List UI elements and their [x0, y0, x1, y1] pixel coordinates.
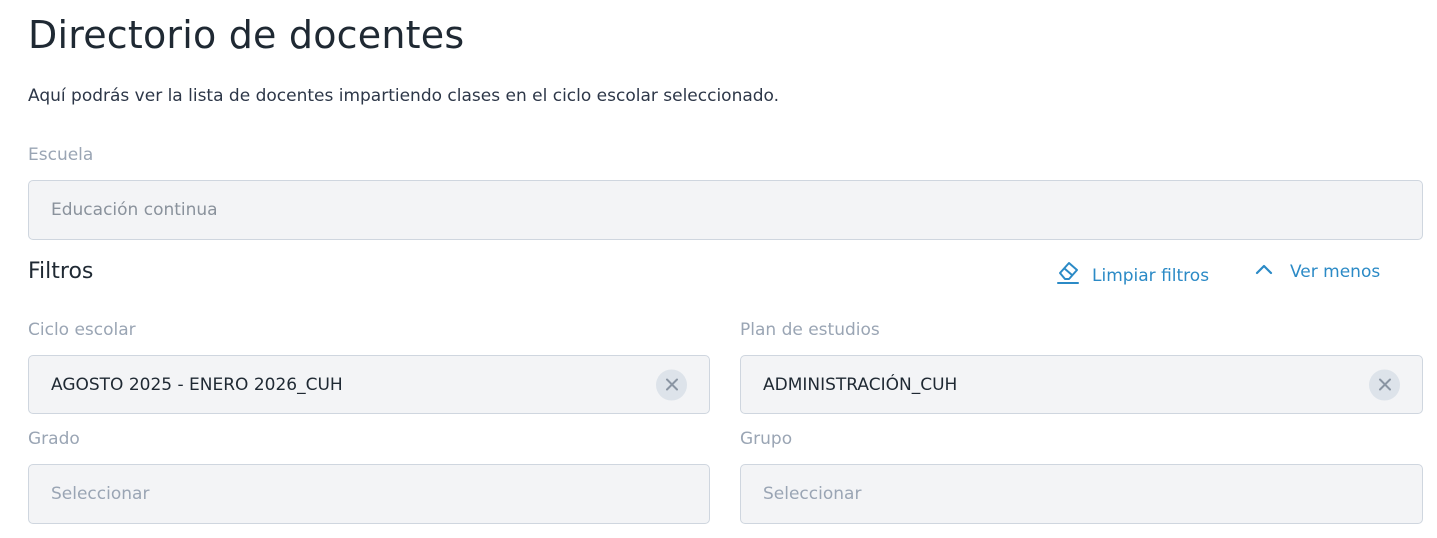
clear-filters-button[interactable]: Limpiar filtros — [1056, 259, 1209, 293]
plan-value: ADMINISTRACIÓN_CUH — [763, 374, 958, 395]
chevron-up-icon — [1254, 259, 1274, 285]
cycle-value: AGOSTO 2025 - ENERO 2026_CUH — [51, 374, 343, 395]
grade-select[interactable]: Seleccionar — [28, 464, 710, 524]
group-label: Grupo — [740, 429, 793, 449]
close-icon — [1378, 378, 1391, 391]
eraser-icon — [1056, 259, 1080, 293]
show-less-button[interactable]: Ver menos — [1254, 259, 1380, 285]
group-select[interactable]: Seleccionar — [740, 464, 1423, 524]
school-field: Educación continua — [28, 180, 1423, 240]
cycle-label: Ciclo escolar — [28, 320, 136, 340]
close-icon — [665, 378, 678, 391]
plan-select[interactable]: ADMINISTRACIÓN_CUH — [740, 355, 1423, 414]
page-title: Directorio de docentes — [28, 13, 465, 57]
grade-placeholder: Seleccionar — [51, 484, 150, 504]
school-value: Educación continua — [51, 200, 218, 220]
clear-plan-button[interactable] — [1369, 369, 1400, 400]
show-less-label: Ver menos — [1290, 262, 1381, 282]
cycle-select[interactable]: AGOSTO 2025 - ENERO 2026_CUH — [28, 355, 710, 414]
clear-filters-label: Limpiar filtros — [1092, 266, 1210, 286]
grade-label: Grado — [28, 429, 80, 449]
clear-cycle-button[interactable] — [656, 369, 687, 400]
plan-label: Plan de estudios — [740, 320, 880, 340]
filters-title: Filtros — [28, 259, 94, 284]
school-label: Escuela — [28, 145, 94, 165]
group-placeholder: Seleccionar — [763, 484, 862, 504]
page-subtitle: Aquí podrás ver la lista de docentes imp… — [28, 86, 780, 106]
